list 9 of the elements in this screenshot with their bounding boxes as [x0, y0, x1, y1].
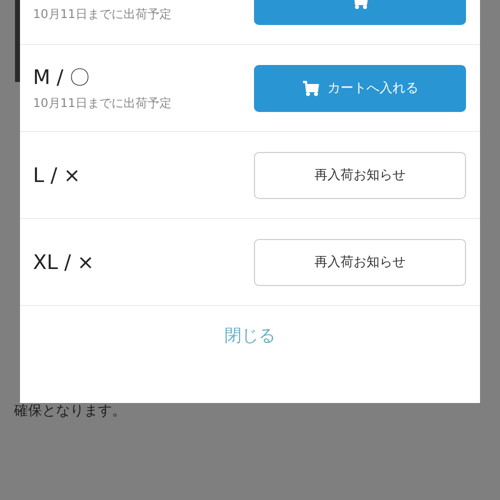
restock-notify-button[interactable]: 再入荷お知らせ	[254, 152, 466, 198]
restock-notify-button[interactable]: 再入荷お知らせ	[254, 238, 466, 286]
shipping-note: 10月11日までに出荷予定	[33, 95, 172, 112]
cart-icon	[302, 79, 320, 97]
size-label: XL / ×	[33, 250, 94, 274]
size-label: L / ×	[33, 163, 80, 187]
body-text: 確保となります。	[14, 402, 126, 420]
size-label: M / 〇	[33, 64, 91, 91]
shipping-note: 10月11日までに出荷予定	[33, 6, 172, 22]
